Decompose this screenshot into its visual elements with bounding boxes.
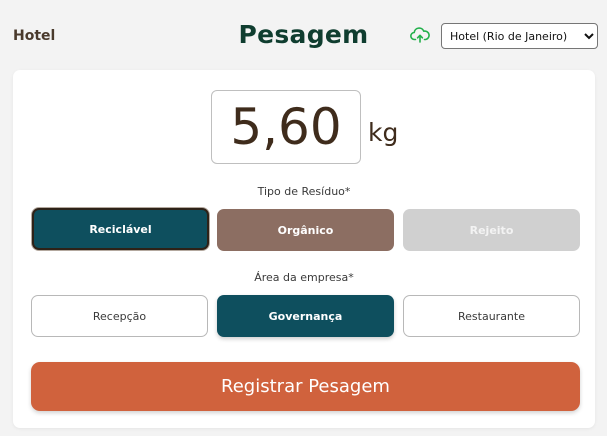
waste-type-organico-label: Orgânico xyxy=(277,223,334,237)
cloud-upload-icon[interactable] xyxy=(410,26,430,44)
area-label: Área da empresa* xyxy=(254,271,354,284)
register-weighing-button[interactable]: Registrar Pesagem xyxy=(31,362,580,411)
waste-type-rejeito-button[interactable]: Rejeito xyxy=(403,209,580,251)
weighing-card: 5,60 kg Tipo de Resíduo* Reciclável Orgâ… xyxy=(13,70,595,428)
area-restaurante-button[interactable]: Restaurante xyxy=(403,295,580,337)
waste-type-reciclavel-button[interactable]: Reciclável xyxy=(32,208,209,250)
weight-value: 5,60 xyxy=(230,98,342,156)
area-governanca-button[interactable]: Governança xyxy=(217,295,394,337)
waste-type-organico-button[interactable]: Orgânico xyxy=(217,209,394,251)
pesagem-screen: Hotel Pesagem Hotel (Rio de Janeiro) 5,6… xyxy=(0,0,607,436)
area-recepcao-button[interactable]: Recepção xyxy=(31,295,208,337)
cloud-upload-icon-graphic xyxy=(410,27,430,43)
waste-type-reciclavel-label: Reciclável xyxy=(89,222,152,236)
site-select[interactable]: Hotel (Rio de Janeiro) xyxy=(441,23,598,49)
area-governanca-label: Governança xyxy=(268,309,343,323)
waste-type-label: Tipo de Resíduo* xyxy=(257,185,351,198)
area-recepcao-label: Recepção xyxy=(92,309,147,323)
weight-unit: kg xyxy=(368,118,399,147)
weight-display: 5,60 xyxy=(211,90,361,164)
register-weighing-label: Registrar Pesagem xyxy=(221,376,390,397)
waste-type-rejeito-label: Rejeito xyxy=(469,223,514,237)
area-restaurante-label: Restaurante xyxy=(458,309,525,323)
